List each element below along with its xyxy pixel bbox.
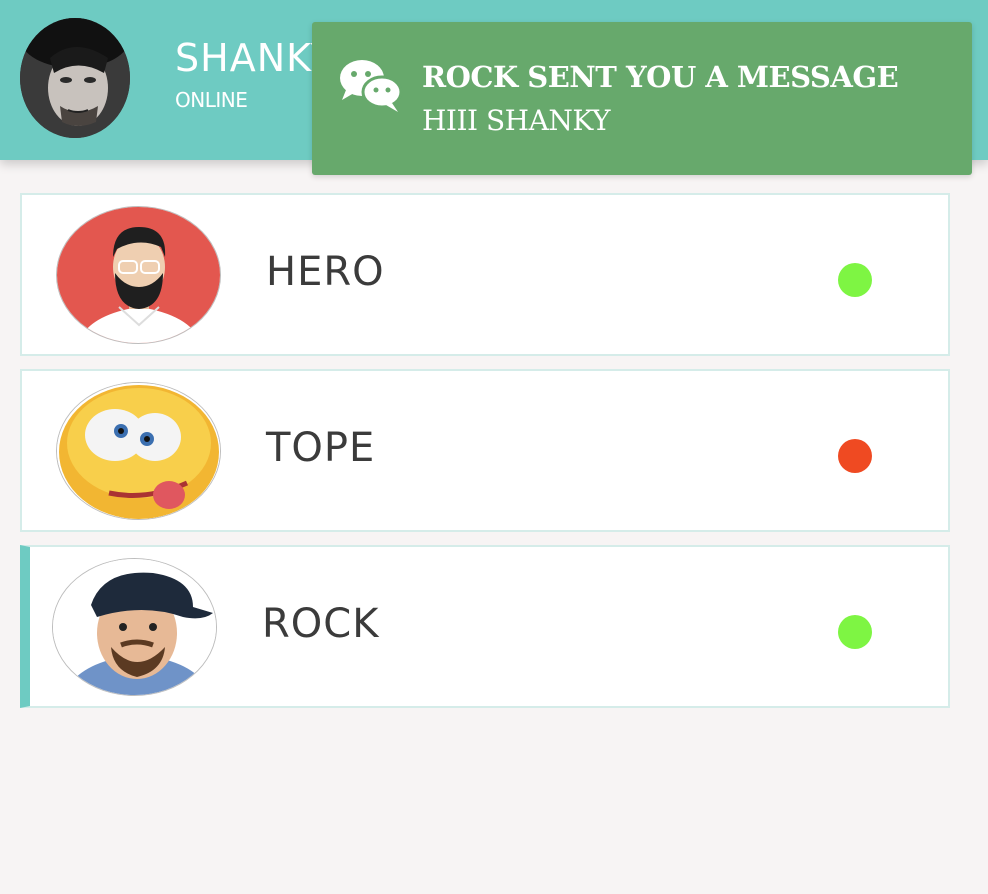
notification-message: HIII SHANKY: [422, 104, 610, 137]
user-status: ONLINE: [175, 88, 248, 112]
contact-avatar: [56, 206, 221, 344]
contact-name: HERO: [266, 249, 385, 295]
user-avatar[interactable]: [20, 18, 130, 138]
notification-title: ROCK SENT YOU A MESSAGE: [422, 60, 899, 94]
wechat-icon: [336, 54, 406, 114]
contact-avatar: [52, 558, 217, 696]
message-notification[interactable]: ROCK SENT YOU A MESSAGE HIII SHANKY: [312, 22, 972, 175]
contact-avatar: [56, 382, 221, 520]
contact-name: ROCK: [262, 601, 380, 647]
contact-item-rock[interactable]: ROCK: [20, 545, 950, 708]
status-dot: [838, 439, 872, 473]
contact-name: TOPE: [266, 425, 376, 471]
status-dot: [838, 263, 872, 297]
contact-item-tope[interactable]: TOPE: [20, 369, 950, 532]
user-name: SHANKY: [175, 36, 335, 80]
status-dot: [838, 615, 872, 649]
contact-item-hero[interactable]: HERO: [20, 193, 950, 356]
